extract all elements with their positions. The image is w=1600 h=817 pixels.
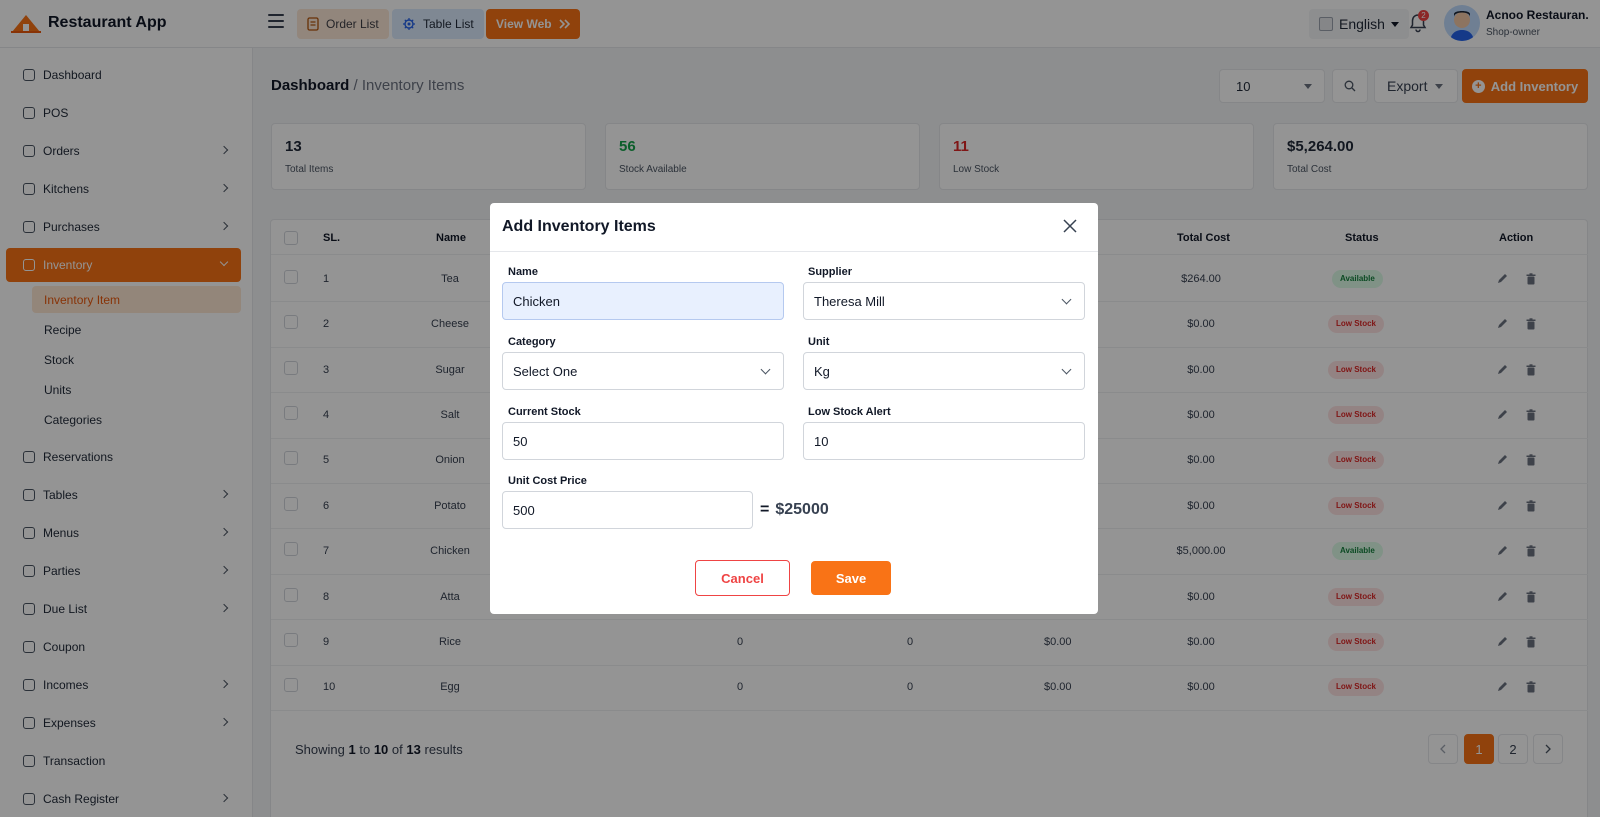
low-stock-alert-label: Low Stock Alert [808,406,891,418]
modal-title: Add Inventory Items [502,218,656,235]
unit-cost-price-label: Unit Cost Price [508,475,587,487]
category-value: Select One [513,363,578,379]
unit-cost-price-input[interactable] [502,491,753,529]
name-label: Name [508,266,538,278]
supplier-value: Theresa Mill [814,293,885,309]
unit-value: Kg [814,363,830,379]
add-inventory-modal: Add Inventory Items Name Supplier Theres… [490,203,1098,614]
supplier-select[interactable]: Theresa Mill [803,282,1085,320]
name-input[interactable] [502,282,784,320]
chevron-down-icon [1061,364,1072,375]
unit-label: Unit [808,336,830,348]
category-label: Category [508,336,556,348]
close-icon[interactable] [1062,218,1078,234]
total-cost-display: = $25000 [760,501,829,518]
current-stock-label: Current Stock [508,406,581,418]
cancel-button[interactable]: Cancel [695,560,790,596]
category-select[interactable]: Select One [502,352,784,390]
chevron-down-icon [760,364,771,375]
supplier-label: Supplier [808,266,853,278]
unit-select[interactable]: Kg [803,352,1085,390]
save-button[interactable]: Save [811,561,891,595]
low-stock-alert-input[interactable] [803,422,1085,460]
current-stock-input[interactable] [502,422,784,460]
chevron-down-icon [1061,294,1072,305]
